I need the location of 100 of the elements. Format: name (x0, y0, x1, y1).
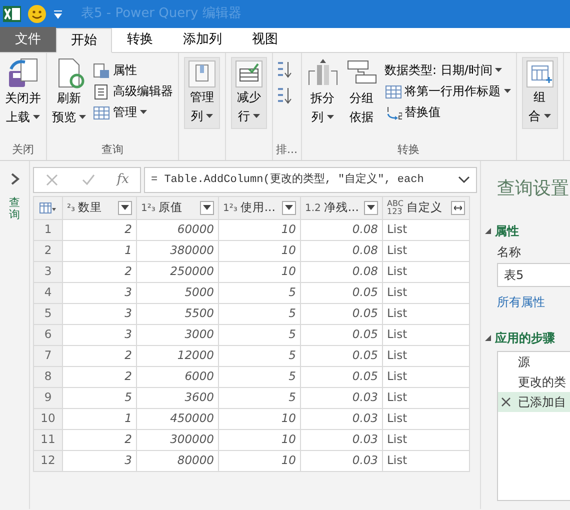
ribbon-button[interactable]: 管理 列 (184, 57, 220, 129)
caret-icon[interactable] (121, 205, 129, 211)
column-filter-button[interactable] (364, 201, 378, 215)
ribbon-button[interactable]: 高级编辑器 (91, 81, 175, 102)
ribbon-button[interactable]: 数据类型: 日期/时间 (382, 60, 512, 81)
type-label: 1²₃ (223, 202, 238, 216)
step-item[interactable]: 更改的类 (498, 372, 570, 392)
table-menu-icon[interactable] (39, 202, 57, 214)
table-cell: 1 (62, 408, 136, 430)
smiley-icon[interactable] (27, 4, 47, 24)
properties-icon (93, 62, 110, 78)
table-cell: 10 (218, 450, 300, 472)
table-cell: List (382, 346, 470, 366)
table-cell: 5 (218, 304, 300, 324)
caret-icon[interactable] (203, 205, 211, 211)
table-cell: List (382, 262, 470, 282)
row-number: 12 (34, 450, 62, 472)
column-header: 净残... (324, 199, 359, 216)
column-filter-button[interactable] (200, 201, 214, 215)
table-cell: 3 (62, 324, 136, 346)
excel-icon[interactable] (3, 5, 21, 23)
replace-icon (384, 104, 402, 120)
caret-icon[interactable] (285, 205, 293, 211)
group-label: 查询 (100, 142, 124, 158)
table-cell: 3 (62, 304, 136, 324)
row-number: 6 (34, 324, 62, 346)
caret-icon[interactable] (253, 114, 260, 119)
caret-icon[interactable] (504, 89, 510, 94)
table-cell: 0.05 (300, 346, 382, 366)
table-cell: 2 (62, 262, 136, 282)
caret-icon[interactable] (367, 205, 375, 211)
ribbon-button[interactable]: 属性 (91, 60, 175, 81)
expand-icon[interactable] (10, 173, 20, 185)
row-number: 9 (34, 388, 62, 408)
row-number: 11 (34, 430, 62, 450)
table-cell: List (382, 282, 470, 304)
ribbon-tab[interactable]: 视图 (237, 27, 293, 52)
caret-icon[interactable] (206, 114, 213, 119)
table-cell: 12000 (136, 346, 218, 366)
column-header: 数里 (78, 199, 102, 216)
caret-icon[interactable] (544, 114, 550, 119)
sort-ascending-icon[interactable] (276, 60, 292, 80)
combine-icon (526, 60, 554, 88)
table-cell: 10 (218, 430, 300, 450)
chevron-down-icon[interactable] (458, 176, 470, 184)
editor-icon (93, 84, 110, 100)
table-cell: 5500 (136, 304, 218, 324)
all-properties-link[interactable]: 所有属性 (497, 293, 570, 311)
table-cell: 5 (218, 346, 300, 366)
collapse-triangle-icon[interactable] (485, 228, 492, 234)
step-item[interactable]: 源 (498, 352, 570, 372)
type-label: 1²₃ (141, 202, 156, 216)
fx-button[interactable]: fx (116, 170, 129, 190)
column-filter-button[interactable] (282, 201, 296, 215)
collapse-triangle-icon[interactable] (485, 334, 492, 342)
formula-field[interactable]: = Table.AddColumn(更改的类型, "自定义", each (144, 167, 477, 193)
ribbon-button[interactable]: 关闭并 上载 (3, 57, 43, 127)
delete-icon[interactable] (500, 396, 512, 408)
ribbon-tab[interactable]: 开始 (56, 28, 112, 53)
step-item[interactable]: 已添加自 (498, 392, 570, 412)
group-label: 关闭 (11, 142, 35, 158)
table-cell: 2 (62, 366, 136, 388)
column-filter-button[interactable] (118, 201, 132, 215)
caret-icon[interactable] (140, 110, 147, 115)
row-number: 8 (34, 366, 62, 388)
table-cell: 3 (62, 450, 136, 472)
table-cell: 5 (218, 282, 300, 304)
ribbon-button[interactable]: 刷新 预览 (50, 57, 88, 127)
queries-pane-label[interactable]: 查询 (9, 197, 20, 222)
expand-arrows-icon[interactable] (454, 205, 462, 211)
row-number: 3 (34, 262, 62, 282)
caret-icon[interactable] (33, 115, 40, 120)
ribbon-button[interactable]: 管理 (91, 102, 175, 123)
column-filter-button[interactable] (451, 201, 465, 215)
file-menu[interactable]: 文件 (0, 27, 56, 52)
ribbon-tab[interactable]: 添加列 (168, 27, 237, 52)
dropdown-icon[interactable] (53, 8, 63, 20)
ribbon-button[interactable]: 替换值 (382, 102, 512, 123)
table-cell: 10 (218, 240, 300, 262)
caret-icon[interactable] (326, 115, 334, 120)
caret-icon[interactable] (495, 68, 502, 73)
row-number: 7 (34, 346, 62, 366)
ribbon-button[interactable]: 分组 依据 (344, 57, 380, 127)
name-field[interactable]: 表5 (497, 263, 570, 287)
caret-icon[interactable] (79, 115, 86, 120)
table-icon (93, 104, 110, 120)
row-number: 10 (34, 408, 62, 430)
table-cell: List (382, 450, 470, 472)
ribbon-button[interactable]: 组 合 (522, 57, 558, 129)
column-header: 使用... (240, 199, 276, 216)
check-icon[interactable] (80, 173, 95, 187)
table-cell: 6000 (136, 366, 218, 388)
ribbon-button[interactable]: 将第一行用作标题 (382, 81, 512, 102)
table-cell: 5000 (136, 282, 218, 304)
sort-descending-icon[interactable] (276, 86, 292, 106)
table-cell: 2 (62, 220, 136, 240)
ribbon-button[interactable]: 拆分 列 (304, 57, 340, 127)
ribbon-button[interactable]: 减少 行 (231, 57, 267, 129)
table-cell: 2 (62, 430, 136, 450)
ribbon-tab[interactable]: 转换 (112, 27, 168, 52)
